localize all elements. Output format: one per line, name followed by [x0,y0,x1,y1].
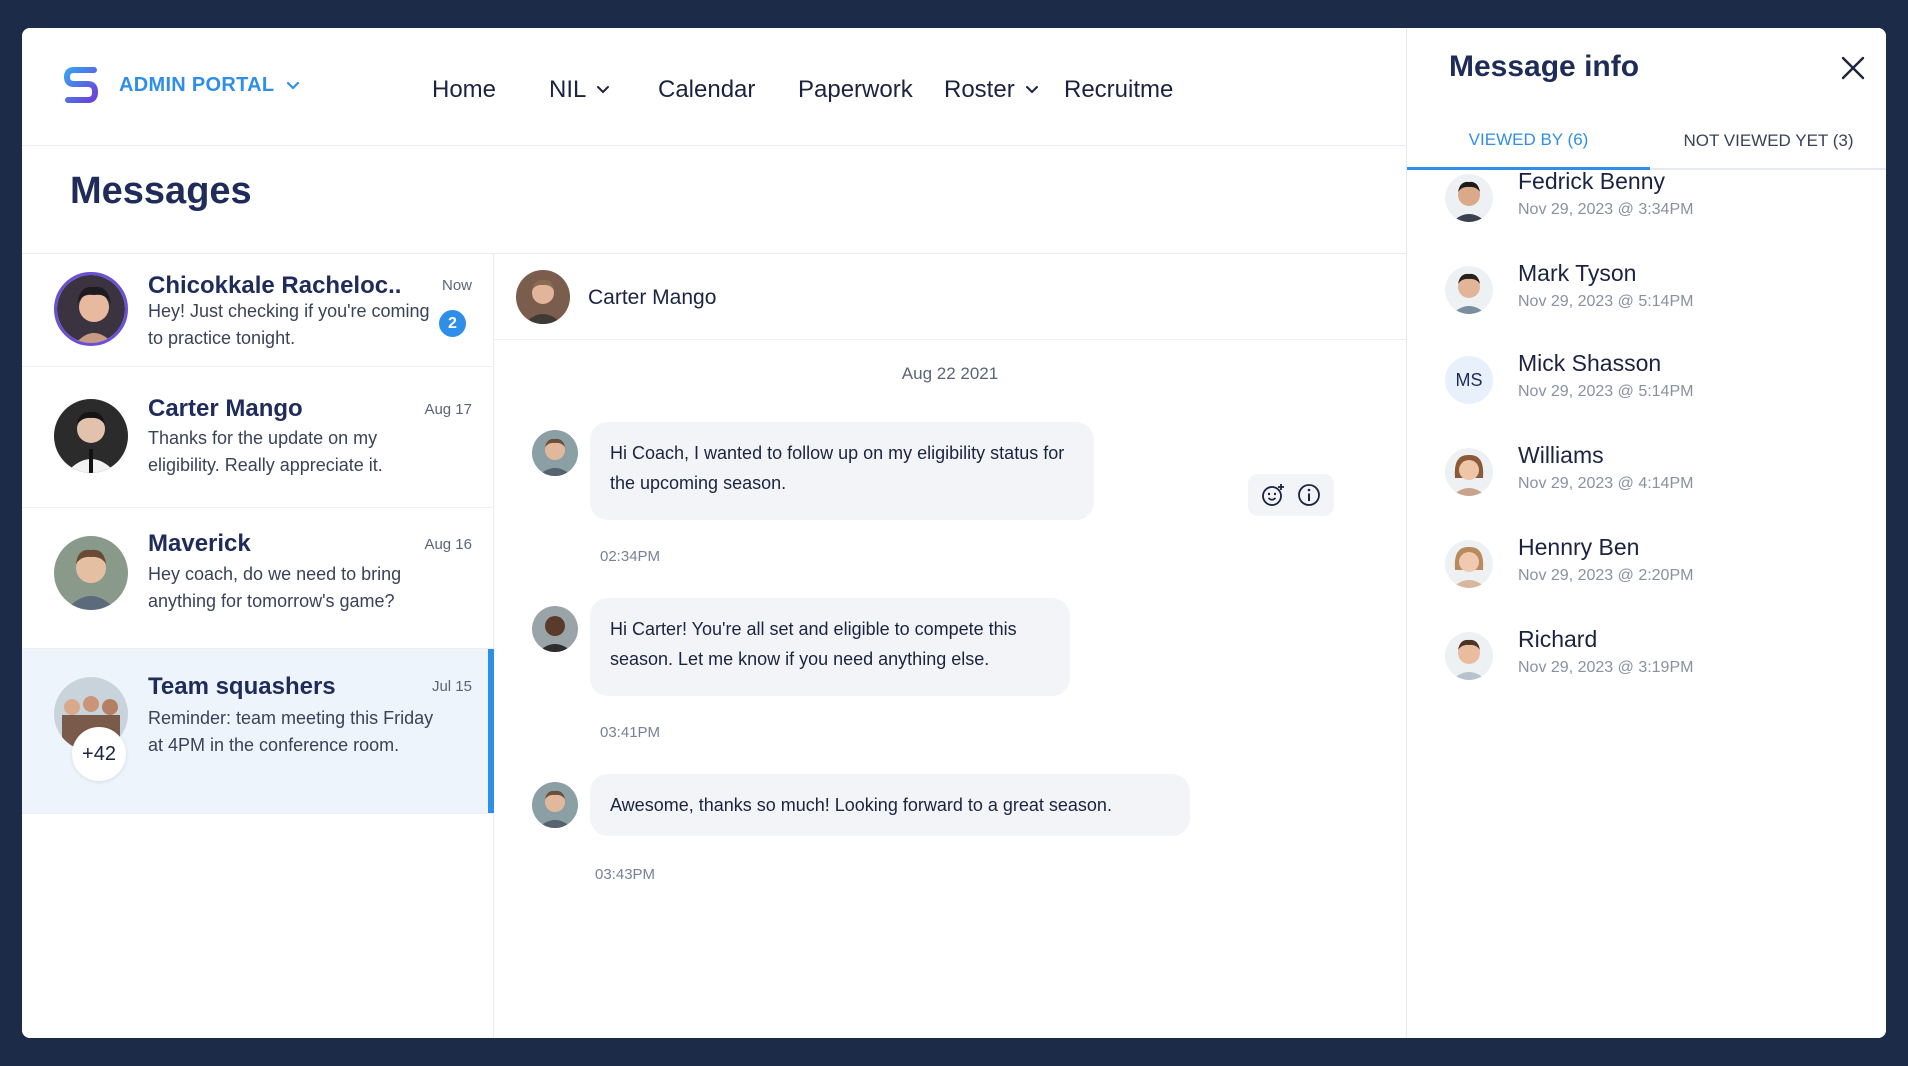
viewer-row[interactable]: Williams Nov 29, 2023 @ 4:14PM [1407,442,1886,522]
nav-label: Home [432,76,497,103]
viewer-row[interactable]: MS Mick Shasson Nov 29, 2023 @ 5:14PM [1407,350,1886,430]
avatar [1445,448,1493,496]
portal-label: ADMIN PORTAL [119,74,275,96]
avatar [54,272,128,346]
message-text: Hi Coach, I wanted to follow up on my el… [610,443,1065,493]
avatar[interactable] [516,270,570,324]
nav-label: Paperwork [798,76,913,103]
viewed-time: Nov 29, 2023 @ 4:14PM [1518,475,1694,492]
avatar [1445,174,1493,222]
viewer-tabs: VIEWED BY (6) NOT VIEWED YET (3) [1407,112,1886,170]
viewer-row[interactable]: Fedrick Benny Nov 29, 2023 @ 3:34PM [1407,168,1886,248]
avatar [1445,266,1493,314]
viewer-name: Williams [1518,442,1604,468]
chat-panel: Carter Mango Aug 22 2021 Hi Coach, I wan… [494,254,1406,1038]
message-text: Awesome, thanks so much! Looking forward… [610,795,1112,815]
viewed-time: Nov 29, 2023 @ 3:19PM [1518,659,1694,676]
info-icon[interactable] [1296,482,1322,508]
conversation-item[interactable]: Carter Mango Aug 17 Thanks for the updat… [22,367,494,508]
viewer-name: Hennry Ben [1518,534,1640,560]
viewer-name: Mick Shasson [1518,350,1662,376]
viewed-time: Nov 29, 2023 @ 3:34PM [1518,201,1694,218]
add-reaction-icon[interactable] [1260,482,1286,508]
conversation-name: Maverick [148,530,251,557]
message-time: 02:34PM [600,548,661,565]
viewer-name: Mark Tyson [1518,260,1637,286]
avatar [54,536,128,610]
chat-contact-name: Carter Mango [588,286,717,309]
nav-label: Recruitme [1064,76,1174,103]
avatar-initials: MS [1445,356,1493,404]
viewed-time: Nov 29, 2023 @ 2:20PM [1518,567,1694,584]
nav-label: NIL [549,76,587,103]
conversation-time: Aug 17 [424,401,472,418]
nav-label: Roster [944,76,1015,103]
message-info-panel: Message info VIEWED BY (6) NOT VIEWED YE… [1406,28,1886,1038]
chevron-down-icon [1025,86,1038,94]
viewer-name: Richard [1518,626,1598,652]
viewer-row[interactable]: Hennry Ben Nov 29, 2023 @ 2:20PM [1407,534,1886,614]
nav-item-home[interactable]: Home [432,70,496,110]
avatar [532,606,578,652]
group-member-count: +42 [72,727,126,781]
conversation-item[interactable]: Chicokkale Racheloc.. Now Hey! Just chec… [22,254,494,367]
viewer-row[interactable]: Richard Nov 29, 2023 @ 3:19PM [1407,626,1886,706]
avatar [1445,540,1493,588]
message-time: 03:41PM [600,724,661,741]
viewer-row[interactable]: Mark Tyson Nov 29, 2023 @ 5:14PM [1407,260,1886,340]
tab-not-viewed-yet[interactable]: NOT VIEWED YET (3) [1650,112,1886,170]
nav-item-calendar[interactable]: Calendar [658,70,755,110]
tab-viewed-by[interactable]: VIEWED BY (6) [1407,112,1650,170]
app-window: ADMIN PORTAL Home NIL Calendar Paperwork… [22,28,1886,1038]
message-bubble[interactable]: Hi Coach, I wanted to follow up on my el… [590,422,1094,520]
conversation-item[interactable]: Maverick Aug 16 Hey coach, do we need to… [22,508,494,649]
page-title: Messages [70,170,252,212]
date-separator: Aug 22 2021 [901,364,999,383]
conversation-time: Now [441,277,472,294]
viewed-time: Nov 29, 2023 @ 5:14PM [1518,383,1694,400]
nav-item-roster[interactable]: Roster [944,70,1039,110]
close-icon[interactable] [1837,52,1869,84]
avatar [54,399,128,473]
conversation-time: Aug 16 [424,536,472,553]
message-bubble[interactable]: Awesome, thanks so much! Looking forward… [590,774,1190,836]
avatar [1445,632,1493,680]
conversation-name: Team squashers [148,673,336,700]
avatar [532,430,578,476]
chevron-down-icon [287,81,300,90]
nav-item-recruitment[interactable]: Recruitme [1064,70,1173,110]
top-navbar: ADMIN PORTAL Home NIL Calendar Paperwork… [22,28,1406,146]
avatar [532,782,578,828]
unread-badge: 2 [439,310,466,337]
message-time: 03:43PM [595,866,656,883]
conversation-list: Chicokkale Racheloc.. Now Hey! Just chec… [22,254,494,1038]
chevron-down-icon [597,86,610,94]
conversation-preview: Hey! Just checking if you're coming to p… [148,301,430,348]
conversation-name: Carter Mango [148,395,303,422]
chat-header: Carter Mango [494,254,1406,340]
message-text: Hi Carter! You're all set and eligible t… [610,619,1017,669]
conversation-name: Chicokkale Racheloc.. [148,272,402,299]
nav-item-paperwork[interactable]: Paperwork [798,70,913,110]
message-bubble[interactable]: Hi Carter! You're all set and eligible t… [590,598,1070,696]
conversation-time: Jul 15 [431,678,472,695]
panel-title: Message info [1449,50,1640,83]
conversation-preview: Thanks for the update on my eligibility.… [148,428,383,475]
portal-switcher[interactable]: ADMIN PORTAL [119,74,300,97]
logo-icon[interactable] [64,66,98,106]
nav-item-nil[interactable]: NIL [549,70,610,110]
message-actions [1248,474,1334,516]
conversation-preview: Reminder: team meeting this Friday at 4P… [148,708,434,755]
conversation-preview: Hey coach, do we need to bring anything … [148,564,402,611]
viewed-time: Nov 29, 2023 @ 5:14PM [1518,293,1694,310]
viewer-name: Fedrick Benny [1518,168,1666,194]
conversation-item[interactable]: +42 Team squashers Jul 15 Reminder: team… [22,649,494,814]
nav-label: Calendar [658,76,756,103]
